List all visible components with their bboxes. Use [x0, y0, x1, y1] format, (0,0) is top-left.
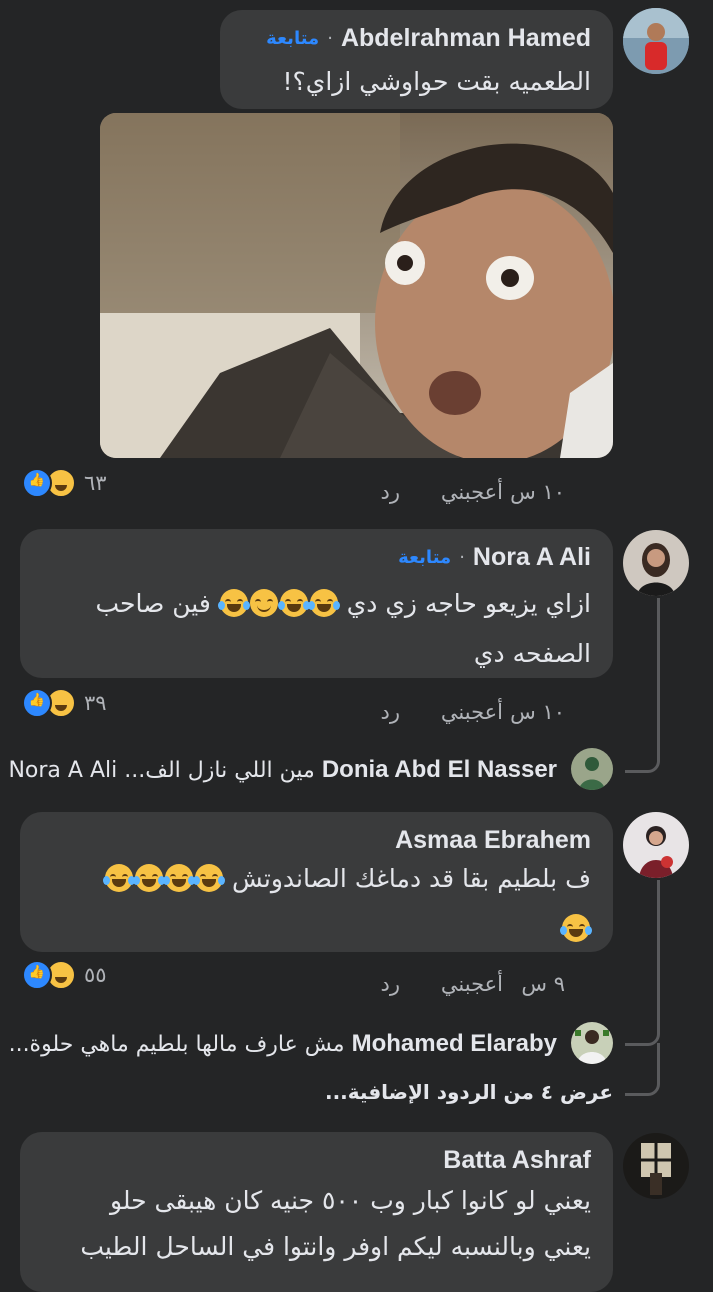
view-more-replies[interactable]: عرض ٤ من الردود الإضافية... — [325, 1080, 613, 1104]
reaction-count: ٣٩ — [84, 691, 107, 715]
comment-bubble-2: متابعة · Nora A Ali ازاي يزيعو حاجه زي د… — [20, 529, 613, 678]
comment-author[interactable]: Abdelrahman Hamed — [341, 24, 591, 53]
reaction-summary[interactable]: ٦٣ — [22, 468, 107, 498]
reply-button[interactable]: رد — [381, 972, 401, 996]
reply-text: مش عارف مالها بلطيم ماهي حلوة... — [8, 1032, 345, 1057]
comment-text: ازاي يزيعو حاجه زي دي فين صاحب الصفحه دي — [95, 589, 591, 668]
meme-photo[interactable] — [100, 113, 613, 458]
like-reaction-icon — [22, 688, 52, 718]
laughing-emoji — [133, 864, 166, 892]
avatar-abdelrahman[interactable] — [623, 8, 689, 74]
comment-author[interactable]: Nora A Ali — [473, 543, 591, 572]
laughing-emoji — [307, 589, 340, 617]
laughing-emoji — [193, 864, 226, 892]
reply-preview[interactable]: Donia Abd El Nasser مين اللي نازل الف...… — [8, 756, 557, 784]
reply-text: مين اللي نازل الف... Nora A Ali — [8, 758, 315, 783]
like-reaction-icon — [22, 468, 52, 498]
comment-text: ف بلطيم بقا قد دماغك الصاندوتش — [40, 854, 592, 954]
follow-link[interactable]: متابعة — [266, 28, 319, 49]
like-button[interactable]: أعجبني — [441, 700, 503, 724]
laughing-emoji — [217, 589, 250, 617]
reaction-count: ٥٥ — [84, 963, 107, 987]
thread-line — [625, 1043, 660, 1096]
reaction-summary[interactable]: ٣٩ — [22, 688, 107, 718]
comment-text: الطعميه بقت حواوشي ازاي؟! — [282, 67, 591, 96]
laughing-emoji — [103, 864, 136, 892]
comment-author[interactable]: Batta Ashraf — [443, 1146, 591, 1175]
like-button[interactable]: أعجبني — [441, 480, 503, 504]
avatar-asmaa[interactable] — [623, 812, 689, 878]
comment-author[interactable]: Asmaa Ebrahem — [395, 826, 591, 855]
reply-button[interactable]: رد — [381, 700, 401, 724]
comment-time: ٩ س — [521, 972, 565, 996]
thread-line — [625, 598, 660, 773]
comment-bubble-3: Asmaa Ebrahem ف بلطيم بقا قد دماغك الصان… — [20, 812, 613, 952]
comment-time: ١٠ س — [510, 700, 565, 724]
reply-preview[interactable]: Mohamed Elaraby مش عارف مالها بلطيم ماهي… — [9, 1030, 557, 1058]
laughing-emoji — [277, 589, 310, 617]
avatar-batta[interactable] — [623, 1133, 689, 1199]
follow-link[interactable]: متابعة — [398, 547, 451, 568]
smiling-emoji — [249, 589, 278, 617]
comment-bubble-4: Batta Ashraf يعني لو كانوا كبار وب ٥٠٠ ج… — [20, 1132, 613, 1292]
avatar-nora[interactable] — [623, 530, 689, 596]
avatar-mohamed[interactable] — [571, 1022, 613, 1064]
reaction-summary[interactable]: ٥٥ — [22, 960, 107, 990]
laughing-emoji — [163, 864, 196, 892]
comment-time: ١٠ س — [510, 480, 565, 504]
reply-button[interactable]: رد — [381, 480, 401, 504]
avatar-donia[interactable] — [571, 748, 613, 790]
reply-author[interactable]: Mohamed Elaraby — [352, 1030, 557, 1057]
reply-author[interactable]: Donia Abd El Nasser — [322, 756, 557, 783]
laughing-emoji — [560, 914, 592, 942]
like-button[interactable]: أعجبني — [441, 972, 503, 996]
comment-bubble-1: متابعة · Abdelrahman Hamed الطعميه بقت ح… — [220, 10, 613, 109]
reaction-count: ٦٣ — [84, 471, 107, 495]
thread-line — [625, 880, 660, 1046]
comment-text: يعني لو كانوا كبار وب ٥٠٠ جنيه كان هيبقى… — [80, 1186, 591, 1261]
like-reaction-icon — [22, 960, 52, 990]
